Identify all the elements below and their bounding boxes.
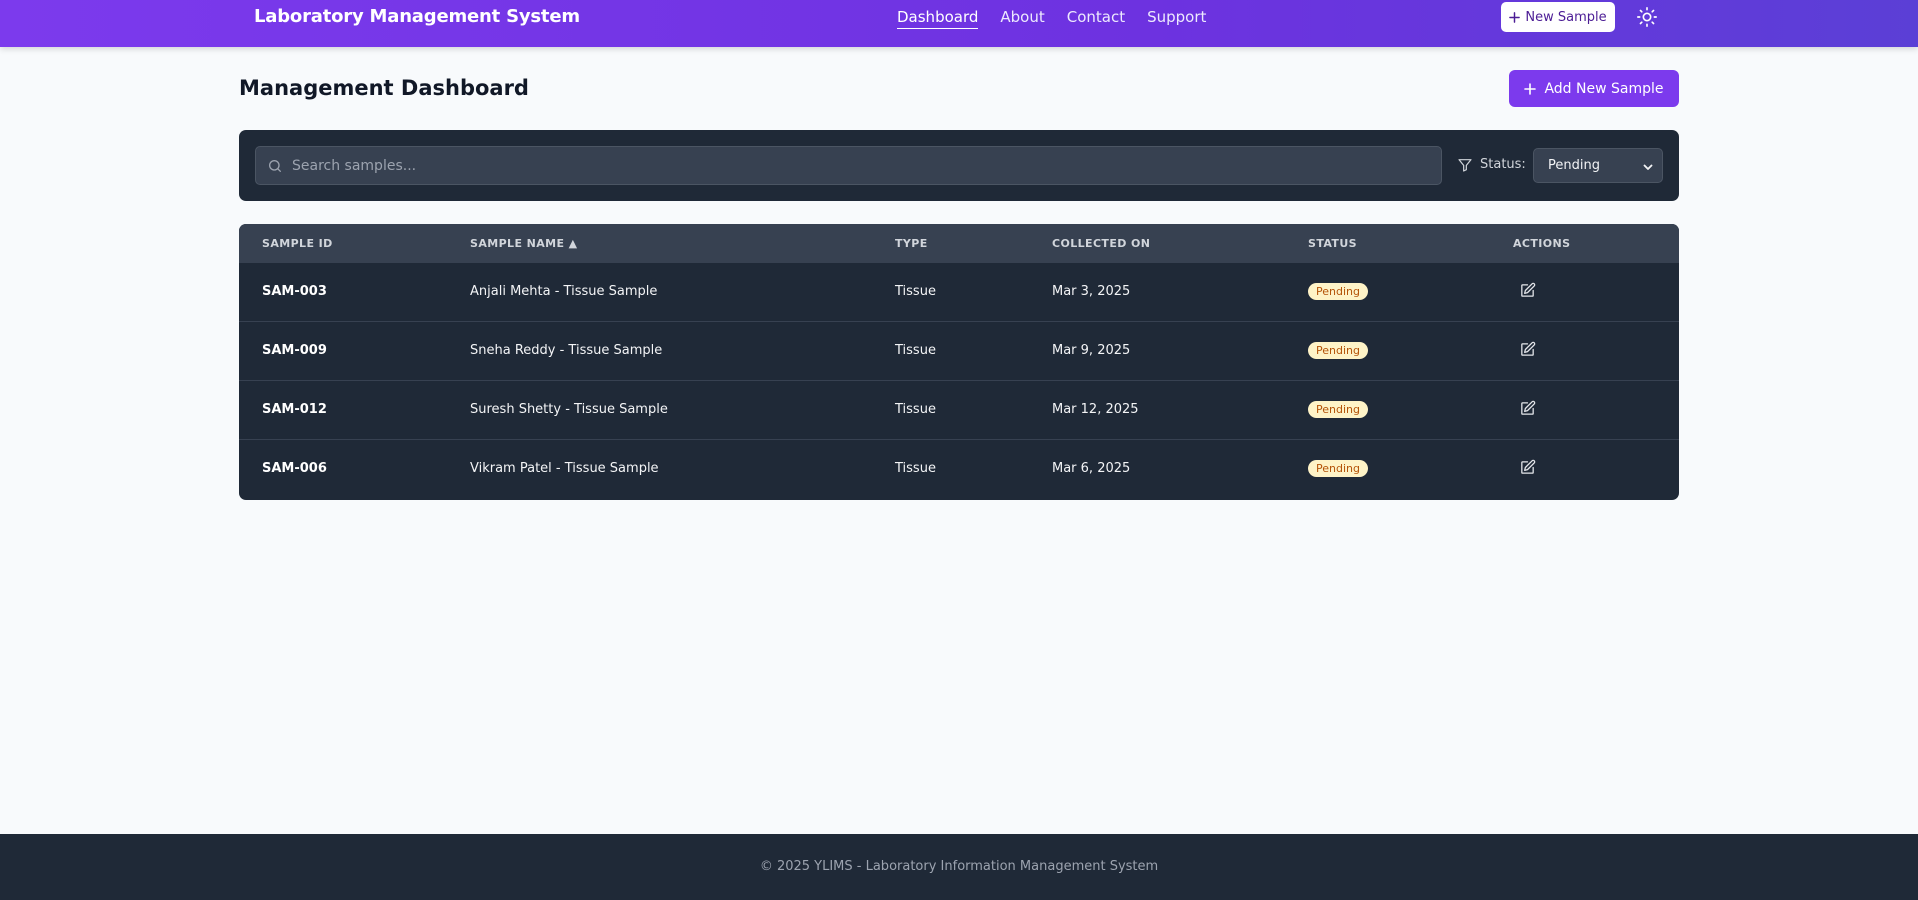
status-select-value: Pending <box>1548 158 1600 173</box>
sample-type-cell: Tissue <box>895 402 936 417</box>
collected-on-cell: Mar 3, 2025 <box>1052 284 1131 299</box>
status-badge-cell: Pending <box>1308 342 1368 359</box>
search-box[interactable] <box>255 146 1442 185</box>
sample-id-cell: SAM-012 <box>262 402 327 417</box>
sample-id-cell: SAM-006 <box>262 461 327 476</box>
page-footer: © 2025 YLIMS - Laboratory Information Ma… <box>0 834 1918 900</box>
status-badge: Pending <box>1308 401 1368 418</box>
column-header-type[interactable]: TYPE <box>895 237 928 250</box>
table-row[interactable]: SAM-003 Anjali Mehta - Tissue Sample Tis… <box>239 263 1679 322</box>
collected-on-cell: Mar 9, 2025 <box>1052 343 1131 358</box>
edit-icon[interactable] <box>1519 400 1536 417</box>
status-badge: Pending <box>1308 342 1368 359</box>
actions-cell <box>1513 341 1536 362</box>
sample-type-cell: Tissue <box>895 343 936 358</box>
column-header-actions: ACTIONS <box>1513 237 1571 250</box>
status-badge-cell: Pending <box>1308 460 1368 477</box>
new-sample-button[interactable]: New Sample <box>1501 2 1615 32</box>
chevron-down-icon <box>1643 164 1653 170</box>
actions-cell <box>1513 459 1536 480</box>
nav-link-contact[interactable]: Contact <box>1067 8 1125 29</box>
sample-name-cell: Suresh Shetty - Tissue Sample <box>470 402 668 417</box>
edit-icon[interactable] <box>1519 459 1536 476</box>
filter-panel: Status: Pending <box>239 130 1679 201</box>
plus-icon <box>1509 11 1521 23</box>
sample-name-cell: Vikram Patel - Tissue Sample <box>470 461 659 476</box>
status-badge-cell: Pending <box>1308 401 1368 418</box>
column-header-sample-id[interactable]: SAMPLE ID <box>262 237 333 250</box>
sample-name-cell: Sneha Reddy - Tissue Sample <box>470 343 663 358</box>
status-select[interactable]: Pending <box>1533 148 1663 183</box>
sample-id-cell: SAM-009 <box>262 343 327 358</box>
sun-icon[interactable] <box>1636 6 1658 28</box>
nav-link-about[interactable]: About <box>1000 8 1044 29</box>
footer-copyright: © 2025 YLIMS - Laboratory Information Ma… <box>759 858 1159 874</box>
new-sample-label: New Sample <box>1525 9 1607 25</box>
brand-title[interactable]: Laboratory Management System <box>254 6 580 27</box>
column-header-sample-name[interactable]: SAMPLE NAME ▲ <box>470 237 577 250</box>
page-title: Management Dashboard <box>239 76 529 100</box>
sample-name-cell: Anjali Mehta - Tissue Sample <box>470 284 658 299</box>
sample-id-cell: SAM-003 <box>262 284 327 299</box>
top-navbar: Laboratory Management System Dashboard A… <box>0 0 1918 47</box>
status-badge: Pending <box>1308 283 1368 300</box>
status-badge-cell: Pending <box>1308 283 1368 300</box>
nav-link-dashboard[interactable]: Dashboard <box>897 8 979 29</box>
status-filter-label: Status: <box>1480 157 1526 172</box>
search-icon <box>269 159 281 172</box>
edit-icon[interactable] <box>1519 282 1536 299</box>
samples-table: SAMPLE ID SAMPLE NAME ▲ TYPE COLLECTED O… <box>239 224 1679 500</box>
collected-on-cell: Mar 12, 2025 <box>1052 402 1139 417</box>
column-header-collected-on[interactable]: COLLECTED ON <box>1052 237 1150 250</box>
collected-on-cell: Mar 6, 2025 <box>1052 461 1131 476</box>
main-nav: Dashboard About Contact Support <box>897 8 1206 29</box>
table-header: SAMPLE ID SAMPLE NAME ▲ TYPE COLLECTED O… <box>239 224 1679 263</box>
nav-link-support[interactable]: Support <box>1147 8 1206 29</box>
sample-type-cell: Tissue <box>895 284 936 299</box>
sample-type-cell: Tissue <box>895 461 936 476</box>
search-input[interactable] <box>292 157 1392 174</box>
filter-icon <box>1458 159 1472 172</box>
add-new-sample-label: Add New Sample <box>1544 80 1664 97</box>
table-row[interactable]: SAM-009 Sneha Reddy - Tissue Sample Tiss… <box>239 322 1679 381</box>
actions-cell <box>1513 282 1536 303</box>
edit-icon[interactable] <box>1519 341 1536 358</box>
actions-cell <box>1513 400 1536 421</box>
table-row[interactable]: SAM-006 Vikram Patel - Tissue Sample Tis… <box>239 440 1679 499</box>
plus-icon <box>1524 82 1537 95</box>
add-new-sample-button[interactable]: Add New Sample <box>1509 70 1679 107</box>
column-header-status[interactable]: STATUS <box>1308 237 1357 250</box>
status-badge: Pending <box>1308 460 1368 477</box>
table-row[interactable]: SAM-012 Suresh Shetty - Tissue Sample Ti… <box>239 381 1679 440</box>
